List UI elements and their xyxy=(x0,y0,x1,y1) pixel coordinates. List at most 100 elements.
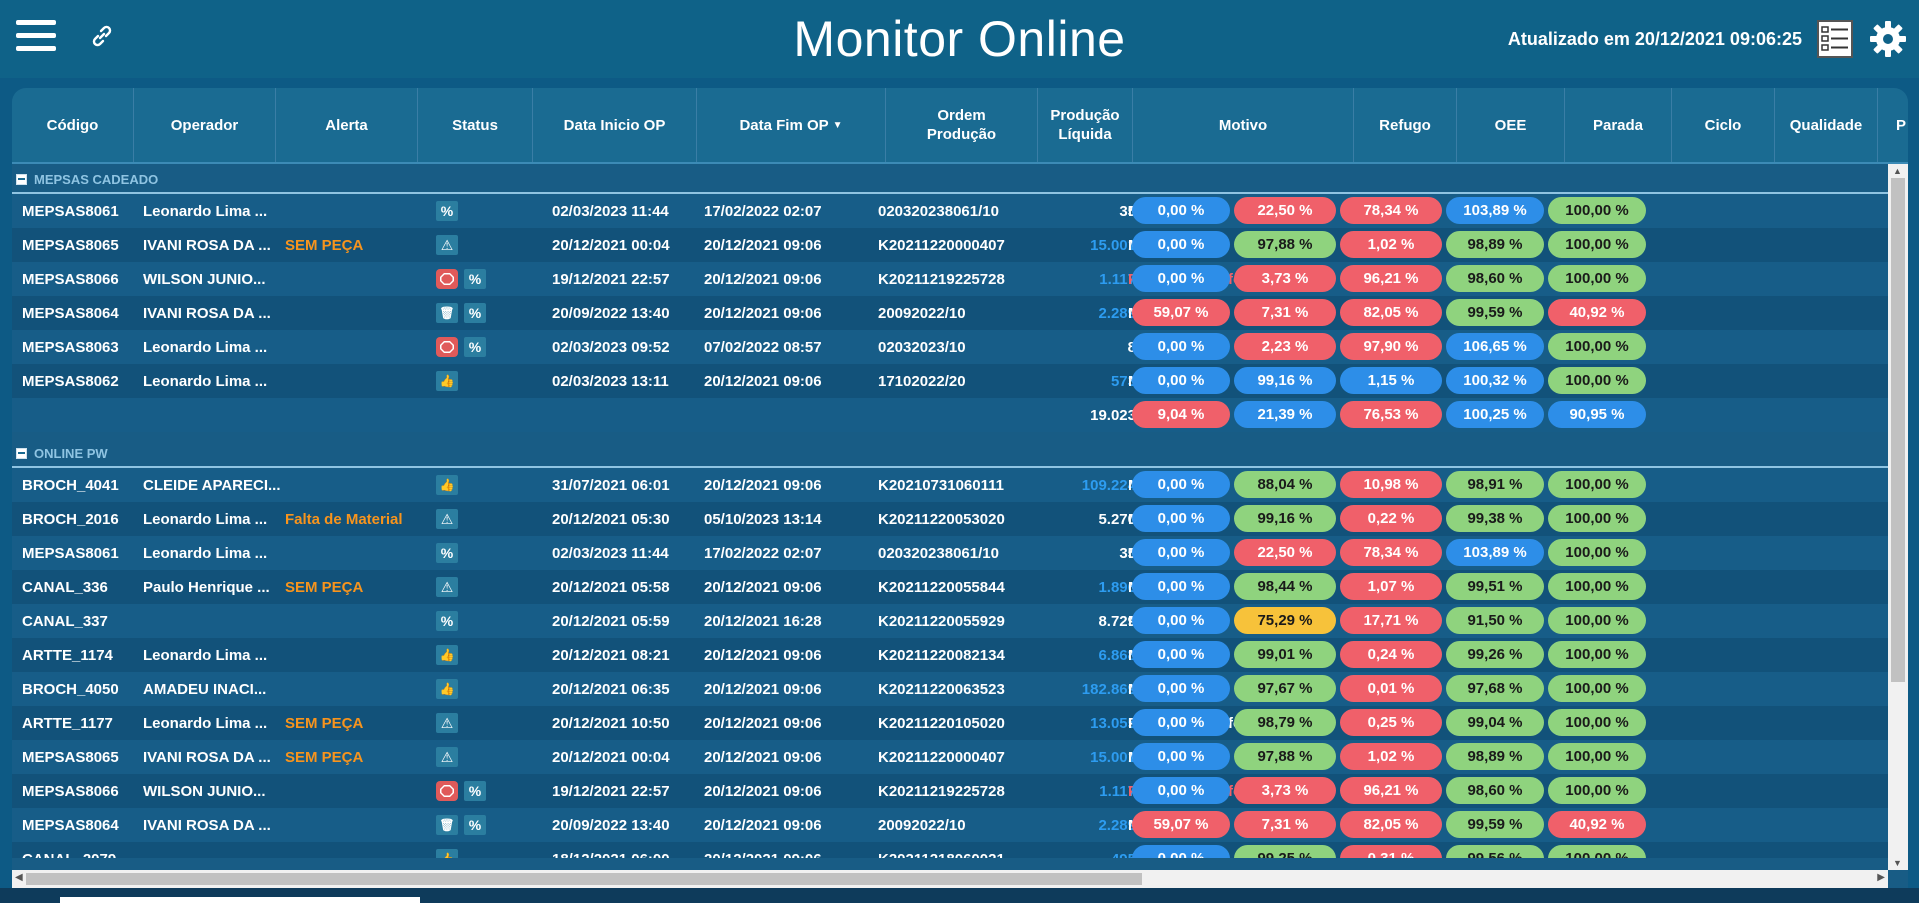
cell-data-inicio: 20/09/2022 13:40 xyxy=(552,816,670,834)
stop-icon[interactable] xyxy=(436,337,458,357)
percent-icon[interactable]: % xyxy=(436,543,458,563)
stop-icon[interactable] xyxy=(436,781,458,801)
cell-operador: Leonardo Lima ... xyxy=(143,544,268,562)
group-header[interactable]: ONLINE PW xyxy=(12,440,1888,468)
col-operador[interactable]: Operador xyxy=(134,88,276,162)
table-row[interactable]: BROCH_2016 Leonardo Lima ... Falta de Mate… xyxy=(12,502,1888,536)
cell-data-inicio: 20/12/2021 00:04 xyxy=(552,748,670,766)
col-data-fim[interactable]: Data Fim OP ▼ xyxy=(697,88,886,162)
table-row[interactable]: BROCH_4050 AMADEU INACI... 👍 20/12/2021 06:… xyxy=(12,672,1888,706)
percent-icon[interactable]: % xyxy=(464,303,486,323)
table-row[interactable]: MEPSAS8063 Leonardo Lima ...% 02/03/2023 0… xyxy=(12,330,1888,364)
thumb-icon[interactable]: 👍 xyxy=(436,679,458,699)
cell-data-inicio: 02/03/2023 13:11 xyxy=(552,372,669,390)
table-row[interactable]: MEPSAS8064 IVANI ROSA DA ... 🗑% 20/09/2022 … xyxy=(12,808,1888,842)
group-header[interactable]: MEPSAS CADEADO xyxy=(12,166,1888,194)
stop-icon[interactable] xyxy=(436,269,458,289)
col-ciclo[interactable]: Ciclo xyxy=(1672,88,1775,162)
cell-codigo: MEPSAS8066 xyxy=(22,270,119,288)
total-oee-pill: 21,39 % xyxy=(1234,401,1336,428)
cell-operador: IVANI ROSA DA ... xyxy=(143,748,271,766)
col-ordem-line1: Ordem xyxy=(937,107,986,124)
qualidade-pill: 100,00 % xyxy=(1548,539,1646,566)
warning-icon[interactable]: ⚠ xyxy=(436,747,458,767)
table-row[interactable]: BROCH_4041 CLEIDE APARECI... 👍 31/07/2021 0… xyxy=(12,468,1888,502)
table-row[interactable]: MEPSAS8064 IVANI ROSA DA ... 🗑% 20/09/2022 … xyxy=(12,296,1888,330)
col-motivo[interactable]: Motivo xyxy=(1133,88,1354,162)
table-row[interactable]: ARTTE_1174 Leonardo Lima ... 👍 20/12/2021 0… xyxy=(12,638,1888,672)
list-view-icon[interactable] xyxy=(1817,20,1853,58)
table-row[interactable]: MEPSAS8065 IVANI ROSA DA ... SEM PEÇA ⚠ 20/1… xyxy=(12,228,1888,262)
col-ordem[interactable]: Ordem Produção xyxy=(886,88,1038,162)
vertical-scrollbar[interactable]: ▲ ▼ xyxy=(1888,164,1908,870)
table-row[interactable]: MEPSAS8061 Leonardo Lima ...% 02/03/2023 1… xyxy=(12,194,1888,228)
cell-data-fim: 17/02/2022 02:07 xyxy=(704,202,822,220)
cell-producao: 2.289 xyxy=(1098,304,1136,322)
cell-data-fim: 20/12/2021 09:06 xyxy=(704,748,822,766)
cell-codigo: ARTTE_1177 xyxy=(22,714,113,732)
thumb-icon[interactable]: 👍 xyxy=(436,849,458,858)
collapse-toggle-icon[interactable] xyxy=(16,447,27,459)
warning-icon[interactable]: ⚠ xyxy=(436,509,458,529)
table-row[interactable]: CANAL_336 Paulo Henrique ... SEM PEÇA ⚠ 20/1… xyxy=(12,570,1888,604)
table-row[interactable]: MEPSAS8066 WILSON JUNIO...% 19/12/2021 22:… xyxy=(12,262,1888,296)
refugo-pill: 0,00 % xyxy=(1132,197,1230,224)
col-partial[interactable]: P xyxy=(1878,88,1908,162)
oee-pill: 97,88 % xyxy=(1234,231,1336,258)
vertical-scroll-thumb[interactable] xyxy=(1891,178,1905,682)
cell-ordem: 20092022/10 xyxy=(878,816,966,834)
cell-status: % xyxy=(424,330,536,364)
col-alerta[interactable]: Alerta xyxy=(276,88,418,162)
trash-icon[interactable]: 🗑 xyxy=(436,303,458,323)
refugo-pill: 0,00 % xyxy=(1132,845,1230,858)
cell-codigo: MEPSAS8066 xyxy=(22,782,119,800)
warning-icon[interactable]: ⚠ xyxy=(436,577,458,597)
scroll-down-icon[interactable]: ▼ xyxy=(1893,858,1902,868)
thumb-icon[interactable]: 👍 xyxy=(436,645,458,665)
col-data-inicio[interactable]: Data Inicio OP xyxy=(533,88,697,162)
cell-data-inicio: 18/12/2021 06:00 xyxy=(542,842,702,859)
col-qualidade[interactable]: Qualidade xyxy=(1775,88,1878,162)
scroll-up-icon[interactable]: ▲ xyxy=(1893,166,1902,176)
table-row[interactable]: CANAL_337% 20/12/2021 05:59 20/12/2021 16:… xyxy=(12,604,1888,638)
group-name: MEPSAS CADEADO xyxy=(34,171,159,187)
warning-icon[interactable]: ⚠ xyxy=(436,713,458,733)
scroll-left-icon[interactable]: ◀ xyxy=(15,872,23,883)
table-row[interactable]: ARTTE_1177 Leonardo Lima ... SEM PEÇA ⚠ 20/1… xyxy=(12,706,1888,740)
cell-codigo: CANAL_337 xyxy=(22,612,108,630)
cell-ordem: 17102022/20 xyxy=(878,372,966,390)
table-row[interactable]: MEPSAS8062 Leonardo Lima ... 👍 02/03/2023 1… xyxy=(12,364,1888,398)
cell-data-fim: 20/12/2021 09:06 xyxy=(704,680,822,698)
ciclo-pill: 103,89 % xyxy=(1446,197,1544,224)
thumb-icon[interactable]: 👍 xyxy=(436,371,458,391)
thumb-icon[interactable]: 👍 xyxy=(436,475,458,495)
gear-icon[interactable] xyxy=(1868,19,1908,59)
col-refugo[interactable]: Refugo xyxy=(1354,88,1457,162)
percent-icon[interactable]: % xyxy=(436,201,458,221)
col-status[interactable]: Status xyxy=(418,88,533,162)
refugo-pill: 0,00 % xyxy=(1132,231,1230,258)
col-oee[interactable]: OEE xyxy=(1457,88,1565,162)
collapse-toggle-icon[interactable] xyxy=(16,173,27,185)
col-codigo[interactable]: Código xyxy=(12,88,134,162)
percent-icon[interactable]: % xyxy=(464,781,486,801)
table-row[interactable]: MEPSAS8065 IVANI ROSA DA ... SEM PEÇA ⚠ 20/1… xyxy=(12,740,1888,774)
percent-icon[interactable]: % xyxy=(436,611,458,631)
percent-icon[interactable]: % xyxy=(464,337,486,357)
refugo-pill: 0,00 % xyxy=(1132,675,1230,702)
horizontal-scroll-thumb[interactable] xyxy=(26,873,1142,885)
col-producao-line1: Produção xyxy=(1050,107,1120,124)
horizontal-scrollbar[interactable]: ◀ ▶ xyxy=(12,870,1888,888)
table-row[interactable]: MEPSAS8066 WILSON JUNIO...% 19/12/2021 22:… xyxy=(12,774,1888,808)
col-parada[interactable]: Parada xyxy=(1565,88,1672,162)
table-row[interactable]: MEPSAS8061 Leonardo Lima ...% 02/03/2023 1… xyxy=(12,536,1888,570)
trash-icon[interactable]: 🗑 xyxy=(436,815,458,835)
percent-icon[interactable]: % xyxy=(464,815,486,835)
col-producao[interactable]: Produção Líquida xyxy=(1038,88,1133,162)
table-row[interactable]: CANAL_2079 👍 18/12/2021 06:0020/12/2021 09… xyxy=(12,842,1888,858)
percent-icon[interactable]: % xyxy=(464,269,486,289)
scroll-right-icon[interactable]: ▶ xyxy=(1877,872,1885,883)
cell-ordem: K20211219225728 xyxy=(878,270,1005,288)
warning-icon[interactable]: ⚠ xyxy=(436,235,458,255)
cell-alerta xyxy=(285,262,425,296)
